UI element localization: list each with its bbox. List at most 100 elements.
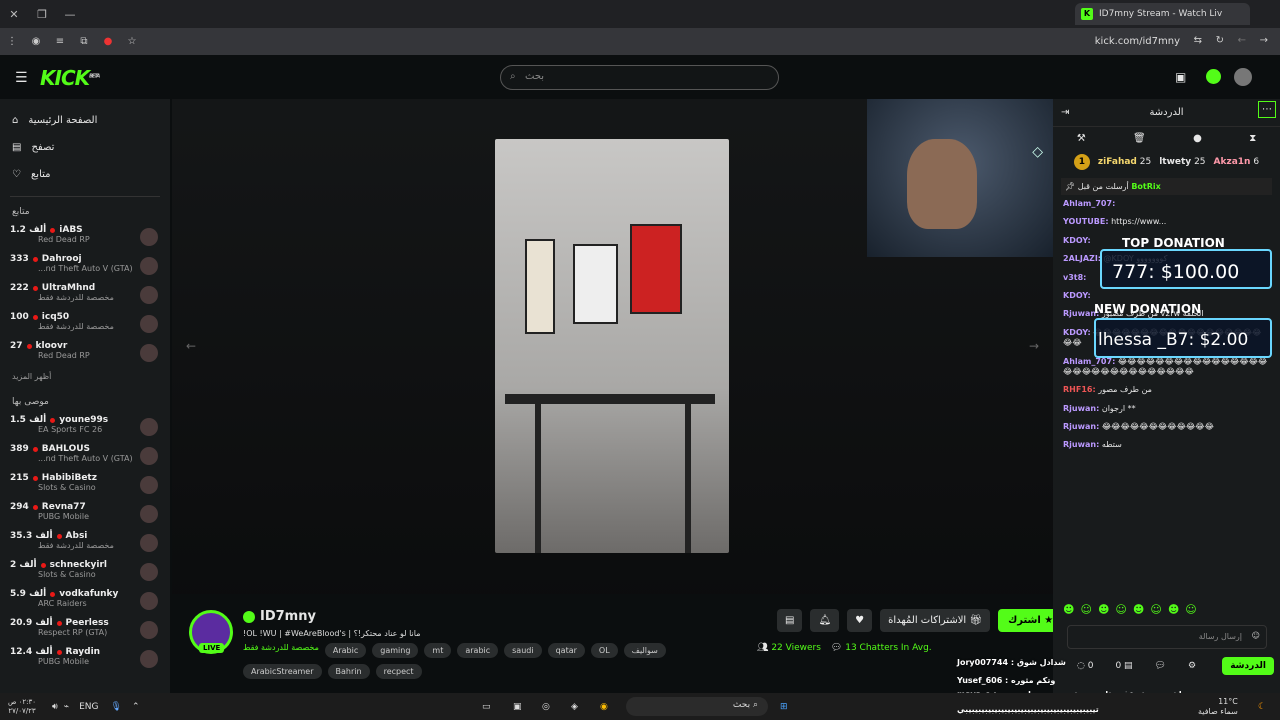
prev-arrow-icon[interactable]: ←: [186, 339, 196, 353]
sidebar-item-following[interactable]: ♡ متابع: [0, 161, 170, 188]
stream-tag[interactable]: recpect: [375, 664, 422, 679]
chat-username[interactable]: Rjuwan:: [1063, 440, 1099, 449]
weather-widget[interactable]: 11°C سماء صافية: [1198, 697, 1238, 716]
user-avatar[interactable]: [1234, 68, 1252, 86]
stream-tag[interactable]: Bahrin: [327, 664, 370, 679]
emote-icon[interactable]: ☺: [1185, 603, 1196, 616]
hammer-icon[interactable]: ⚒: [1077, 133, 1086, 144]
emote-icon[interactable]: ☻: [1133, 603, 1144, 616]
emote-icon[interactable]: ☺: [1115, 603, 1126, 616]
stream-category[interactable]: مخصصة للدردشة فقط: [243, 643, 319, 658]
media-app-icon[interactable]: ▣: [513, 702, 522, 712]
stream-tag[interactable]: Arabic: [324, 643, 367, 658]
chat-username[interactable]: YOUTUBE:: [1063, 217, 1109, 226]
sidebar-channel[interactable]: 333 Dahrooj ...nd Theft Auto V (GTA): [0, 252, 170, 281]
sidebar-channel[interactable]: 294 Revna77 PUBG Mobile: [0, 500, 170, 529]
chat-bubble-icon[interactable]: 💬︎: [1155, 661, 1166, 671]
sidebar-channel[interactable]: 1.5 ألف youne99s EA Sports FC 26: [0, 413, 170, 442]
back-icon[interactable]: →: [1260, 35, 1268, 46]
tray-chevron-icon[interactable]: ⌃: [132, 702, 140, 712]
next-arrow-icon[interactable]: →: [1029, 339, 1039, 353]
chat-username[interactable]: KDOY:: [1063, 328, 1091, 337]
gift-subs-button[interactable]: الاشتراكات المُهداة 🎁︎: [880, 609, 991, 632]
channel-name[interactable]: ID7mny: [260, 609, 316, 624]
kick-credits-icon[interactable]: [1206, 69, 1221, 84]
minimize-window-icon[interactable]: —: [56, 8, 84, 21]
sidebar-channel[interactable]: 5.9 ألف vodkafunky ARC Raiders: [0, 587, 170, 616]
chat-username[interactable]: RHF16:: [1063, 385, 1096, 394]
sidebar-channel[interactable]: 27 kloovr Red Dead RP: [0, 339, 170, 368]
emote-icon[interactable]: ☺: [1080, 603, 1091, 616]
chat-username[interactable]: 2ALJAZI:: [1063, 254, 1101, 263]
windows-start-icon[interactable]: ⊞: [780, 702, 788, 712]
follow-heart-icon[interactable]: ♥: [847, 609, 873, 632]
chat-username[interactable]: Rjuwan:: [1063, 422, 1099, 431]
stream-tag[interactable]: سواليف: [623, 643, 666, 658]
clock[interactable]: ٠٢:٣٠ ص ٢٧/٠٧/٢٣: [0, 698, 44, 715]
collapse-chat-icon[interactable]: ⇥: [1061, 107, 1069, 118]
chat-username[interactable]: Rjuwan:: [1063, 404, 1099, 413]
forward-icon[interactable]: ←: [1238, 35, 1246, 46]
chrome-app-icon[interactable]: ◉: [600, 702, 608, 712]
emote-icon[interactable]: ☻: [1063, 603, 1074, 616]
chat-input[interactable]: إرسال رسالة ☺: [1067, 625, 1267, 649]
sidebar-channel[interactable]: 100 icq50 مخصصة للدردشة فقط: [0, 310, 170, 339]
notification-bell-icon[interactable]: 🔔︎: [810, 609, 840, 632]
stream-tag[interactable]: saudi: [504, 643, 542, 658]
send-chat-button[interactable]: الدردشة: [1222, 657, 1274, 675]
stream-tag[interactable]: arabic: [457, 643, 499, 658]
chat-username[interactable]: KDOY:: [1063, 291, 1091, 300]
sidebar-channel[interactable]: 389 BAHLOUS ...nd Theft Auto V (GTA): [0, 442, 170, 471]
reload-icon[interactable]: ↻: [1216, 35, 1224, 46]
terminal-app-icon[interactable]: ▭: [482, 702, 491, 712]
hamburger-menu-icon[interactable]: ☰: [15, 70, 28, 86]
record-icon[interactable]: ●: [96, 36, 120, 47]
stream-tag[interactable]: gaming: [372, 643, 419, 658]
emote-icon[interactable]: ☻: [1168, 603, 1179, 616]
chat-username[interactable]: Ahlam_707:: [1063, 199, 1115, 208]
mic-icon[interactable]: 🎙︎: [111, 702, 122, 712]
sidebar-channel[interactable]: 215 HabibiBetz Slots & Casino: [0, 471, 170, 500]
emoji-picker-icon[interactable]: ☺: [1252, 631, 1260, 640]
emote-icon[interactable]: ☻: [1098, 603, 1109, 616]
stream-tag[interactable]: qatar: [547, 643, 585, 658]
chat-username[interactable]: v3t8:: [1063, 273, 1086, 282]
tune-icon[interactable]: ⇆: [1194, 35, 1202, 46]
chat-username[interactable]: KDOY:: [1063, 236, 1091, 245]
hourglass-icon[interactable]: ⧗: [1249, 133, 1256, 144]
stream-tag[interactable]: OL: [590, 643, 618, 658]
sidebar-channel[interactable]: 35.3 ألف Absi مخصصة للدردشة فقط: [0, 529, 170, 558]
inbox-icon[interactable]: ▣: [1175, 70, 1186, 84]
taskbar-search[interactable]: بحث ⌕: [626, 697, 768, 716]
volume-icon[interactable]: 🔊︎: [52, 702, 58, 712]
sidebar-channel[interactable]: 1.2 ألف iABS Red Dead RP: [0, 223, 170, 252]
browser-tab[interactable]: K ID7mny Stream - Watch Liv: [1075, 3, 1250, 25]
settings-gear-icon[interactable]: ⚙: [1188, 661, 1196, 671]
trash-icon[interactable]: 🗑︎: [1133, 133, 1146, 144]
search-input[interactable]: ⌕ بحث: [500, 65, 779, 90]
sidebar-item-home[interactable]: ⌂ الصفحة الرئيسية: [0, 107, 170, 134]
restore-window-icon[interactable]: ❐: [28, 8, 56, 21]
chat-options-icon[interactable]: ⋯: [1258, 101, 1276, 118]
network-icon[interactable]: ⌁: [64, 702, 69, 712]
language-indicator[interactable]: ENG: [79, 702, 98, 712]
profile-icon[interactable]: ◉: [24, 36, 48, 47]
close-window-icon[interactable]: ✕: [0, 8, 28, 21]
emote-icon[interactable]: ☺: [1150, 603, 1161, 616]
sidebar-channel[interactable]: 222 UltraMhnd مخصصة للدردشة فقط: [0, 281, 170, 310]
sidebar-channel[interactable]: 2 ألف schneckyirl Slots & Casino: [0, 558, 170, 587]
show-more-link[interactable]: أظهر المزيد: [0, 368, 170, 387]
address-bar[interactable]: kick.com/id7mny: [1095, 36, 1180, 47]
stream-tag[interactable]: ArabicStreamer: [243, 664, 322, 679]
sidebar-channel[interactable]: 12.4 ألف Raydin PUBG Mobile: [0, 645, 170, 674]
kick-logo[interactable]: KICKBETA: [40, 66, 100, 90]
sidebar-channel[interactable]: 20.9 ألف Peerless Respect RP (GTA): [0, 616, 170, 645]
theater-mode-icon[interactable]: ▤: [777, 609, 803, 632]
stream-tag[interactable]: mt: [424, 643, 452, 658]
bubble-icon[interactable]: ●: [1193, 133, 1202, 144]
menu-dots-icon[interactable]: ⋮: [0, 36, 24, 47]
discord-app-icon[interactable]: ◈: [571, 702, 578, 712]
sidebar-item-browse[interactable]: ▤ تصفح: [0, 134, 170, 161]
bookmark-star-icon[interactable]: ☆: [120, 36, 144, 47]
customize-icon[interactable]: ≡: [48, 36, 72, 47]
